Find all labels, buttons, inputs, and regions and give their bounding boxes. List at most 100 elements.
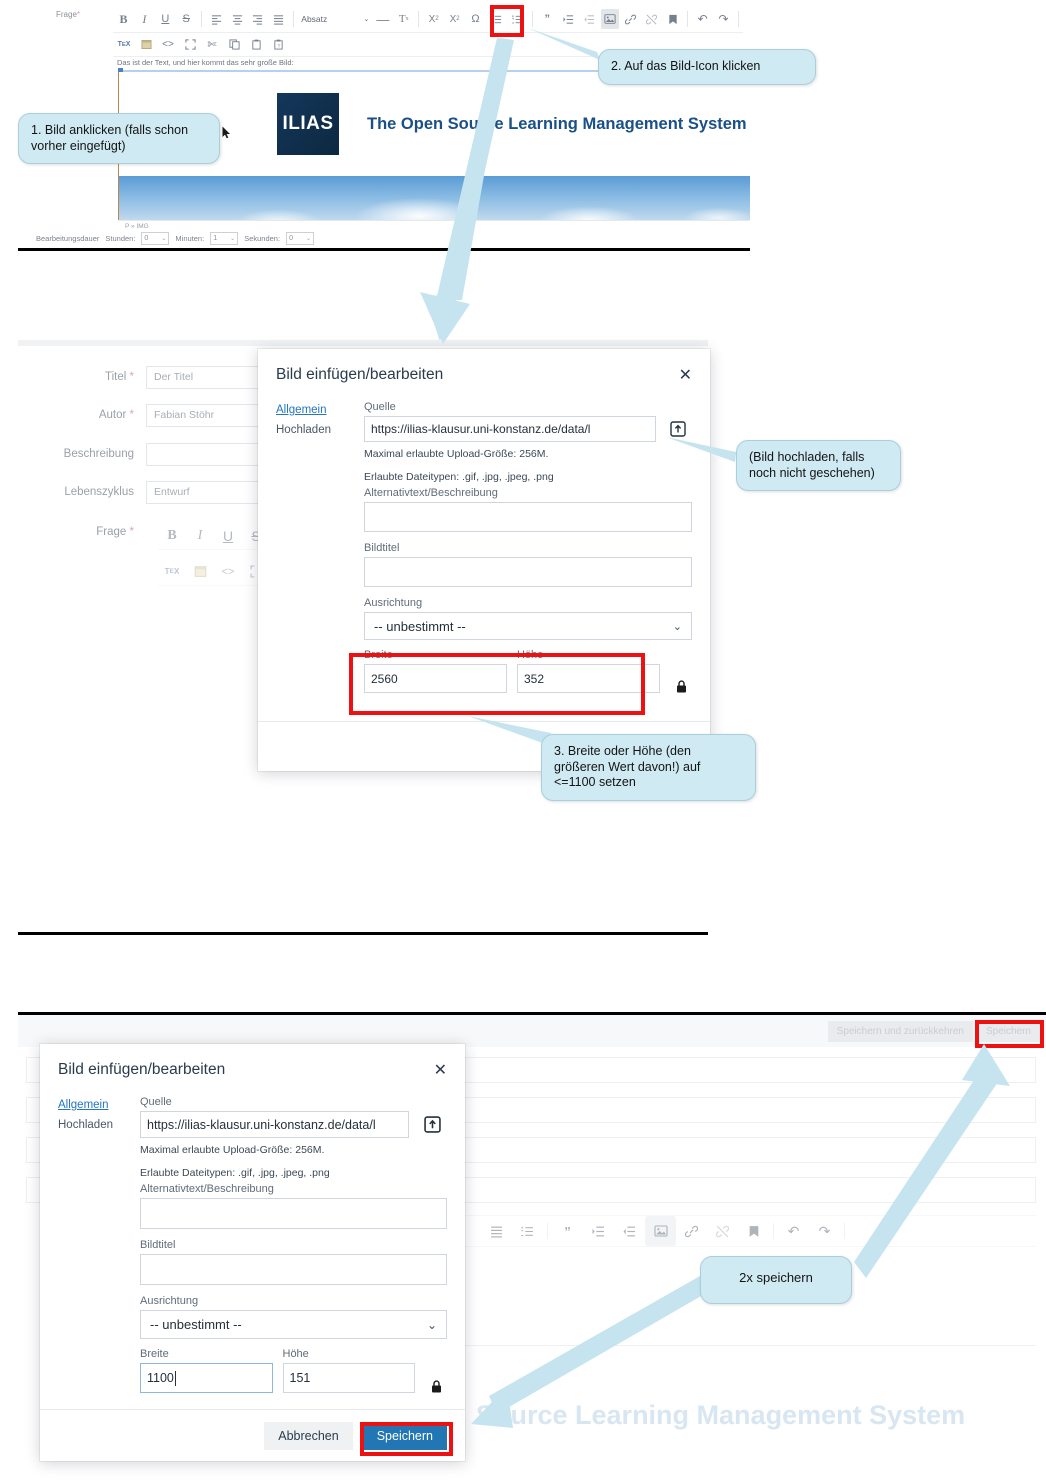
dialog-body: Allgemein Hochladen Quelle https://ilias… <box>258 401 710 693</box>
ausrichtung-select[interactable]: -- unbestimmt -- ⌄ <box>364 612 692 640</box>
underline-icon[interactable]: U <box>214 523 242 549</box>
bildtitel-input[interactable] <box>140 1254 447 1285</box>
lock-icon[interactable] <box>425 1380 447 1393</box>
editor-paragraph-text: Das ist der Text, und hier kommt das seh… <box>117 58 294 67</box>
toolbar-divider <box>418 11 420 27</box>
clear-format-icon[interactable]: Tx <box>394 9 413 29</box>
toolbar-divider <box>293 11 295 27</box>
tex-icon[interactable]: TEX <box>114 35 134 55</box>
hoehe-input[interactable]: 151 <box>282 1363 415 1393</box>
tutorial-screenshot-page: Frage* B I U S Absatz ⌄ — Tx X2 X2 Ω ” ↶… <box>0 0 1046 1481</box>
tab-allgemein[interactable]: Allgemein <box>276 404 364 416</box>
copy-icon[interactable] <box>224 35 244 55</box>
indent-icon[interactable] <box>583 1216 614 1246</box>
redo-icon[interactable]: ↷ <box>809 1216 840 1246</box>
image-icon[interactable] <box>645 1216 676 1246</box>
highlight-dialog-save-button <box>360 1422 453 1456</box>
alternativtext-input[interactable] <box>140 1198 447 1229</box>
superscript-icon[interactable]: X2 <box>445 9 464 29</box>
anchor-icon[interactable] <box>738 1216 769 1246</box>
page-action-bar: Speichern und zurückkehren Speichern <box>18 1015 1046 1047</box>
cut-icon[interactable]: ✄ <box>202 35 222 55</box>
undo-icon[interactable]: ↶ <box>693 9 712 29</box>
source-code-icon[interactable]: <> <box>214 559 242 585</box>
alternativtext-input[interactable] <box>364 502 692 532</box>
blockquote-icon[interactable]: ” <box>538 9 557 29</box>
align-justify-icon[interactable] <box>481 1216 512 1246</box>
hours-select[interactable]: 0 ⌄ <box>141 232 170 245</box>
upload-icon[interactable] <box>418 1115 447 1134</box>
dialog-fields: Quelle https://ilias-klausur.uni-konstan… <box>364 401 692 693</box>
outdent-icon[interactable] <box>614 1216 645 1246</box>
align-justify-icon[interactable] <box>269 9 288 29</box>
link-icon[interactable] <box>676 1216 707 1246</box>
callout-step-3: 3. Breite oder Höhe (den größeren Wert d… <box>541 734 756 801</box>
quelle-input[interactable]: https://ilias-klausur.uni-konstanz.de/da… <box>140 1111 409 1138</box>
tab-hochladen[interactable]: Hochladen <box>58 1119 140 1131</box>
close-icon[interactable]: ✕ <box>434 1060 447 1080</box>
cancel-button[interactable]: Abbrechen <box>264 1421 353 1450</box>
callout-upload-hint: (Bild hochladen, falls noch nicht gesche… <box>736 440 901 492</box>
unlink-icon[interactable] <box>707 1216 738 1246</box>
paste-icon[interactable] <box>246 35 266 55</box>
image-dialog-bottom: Bild einfügen/bearbeiten ✕ Allgemein Hoc… <box>40 1044 465 1461</box>
breite-input[interactable]: 1100 <box>140 1363 273 1393</box>
italic-icon[interactable]: I <box>186 523 214 549</box>
horizontal-rule-icon[interactable]: — <box>373 9 392 29</box>
quelle-label: Quelle <box>364 401 396 413</box>
tab-allgemein[interactable]: Allgemein <box>58 1099 140 1111</box>
bildtitel-label: Bildtitel <box>140 1239 176 1251</box>
anchor-icon[interactable] <box>663 9 682 29</box>
indent-icon[interactable] <box>559 9 578 29</box>
alternativtext-label: Alternativtext/Beschreibung <box>140 1183 274 1195</box>
paste-text-icon[interactable]: T <box>268 35 288 55</box>
unlink-icon[interactable] <box>642 9 661 29</box>
ausrichtung-label: Ausrichtung <box>140 1295 199 1307</box>
close-icon[interactable]: ✕ <box>679 365 692 385</box>
italic-icon[interactable]: I <box>135 9 154 29</box>
align-right-icon[interactable] <box>248 9 267 29</box>
underline-icon[interactable]: U <box>156 9 175 29</box>
image-icon[interactable] <box>600 9 620 29</box>
save-and-return-button[interactable]: Speichern und zurückkehren <box>827 1020 973 1042</box>
blockquote-icon[interactable]: ” <box>552 1216 583 1246</box>
bold-icon[interactable]: B <box>114 9 133 29</box>
dialog-header: Bild einfügen/bearbeiten ✕ <box>40 1044 465 1096</box>
numbered-list-icon[interactable] <box>512 1216 543 1246</box>
bold-icon[interactable]: B <box>158 523 186 549</box>
bildtitel-input[interactable] <box>364 557 692 587</box>
lebenszyklus-label: Lebenszyklus <box>64 486 134 498</box>
redo-icon[interactable]: ↷ <box>714 9 733 29</box>
chevron-down-icon: ⌄ <box>426 1317 437 1332</box>
align-left-icon[interactable] <box>207 9 226 29</box>
upload-icon[interactable] <box>664 420 692 438</box>
fullscreen-icon[interactable] <box>180 35 200 55</box>
autor-label: Autor * <box>98 409 134 421</box>
strikethrough-icon[interactable]: S <box>177 9 196 29</box>
undo-icon[interactable]: ↶ <box>778 1216 809 1246</box>
link-icon[interactable] <box>621 9 640 29</box>
titel-label: Titel * <box>105 371 134 383</box>
seconds-select[interactable]: 0 ⌄ <box>286 232 315 245</box>
highlight-image-icon <box>490 5 524 37</box>
minutes-select[interactable]: 1 ⌄ <box>210 232 239 245</box>
filetypes-note: Erlaubte Dateitypen: .gif, .jpg, .jpeg, … <box>364 471 554 483</box>
dialog-title: Bild einfügen/bearbeiten <box>58 1061 226 1078</box>
align-center-icon[interactable] <box>228 9 247 29</box>
dialog-fields: Quelle https://ilias-klausur.uni-konstan… <box>140 1096 447 1393</box>
subscript-icon[interactable]: X2 <box>424 9 443 29</box>
seconds-label: Sekunden: <box>244 234 281 243</box>
max-size-note: Maximal erlaubte Upload-Größe: 256M. <box>364 448 549 460</box>
outdent-icon[interactable] <box>580 9 599 29</box>
tex-icon[interactable]: TEX <box>158 559 186 585</box>
tab-hochladen[interactable]: Hochladen <box>276 424 364 436</box>
special-char-icon[interactable]: Ω <box>466 9 485 29</box>
lock-icon[interactable] <box>670 680 692 693</box>
paragraph-format-select[interactable]: Absatz ⌄ <box>298 14 372 24</box>
template-icon[interactable] <box>136 35 156 55</box>
filetypes-note: Erlaubte Dateitypen: .gif, .jpg, .jpeg, … <box>140 1167 330 1179</box>
ausrichtung-select[interactable]: -- unbestimmt -- ⌄ <box>140 1310 447 1339</box>
source-code-icon[interactable]: <> <box>158 35 178 55</box>
quelle-input[interactable]: https://ilias-klausur.uni-konstanz.de/da… <box>364 416 656 442</box>
template-icon[interactable] <box>186 559 214 585</box>
